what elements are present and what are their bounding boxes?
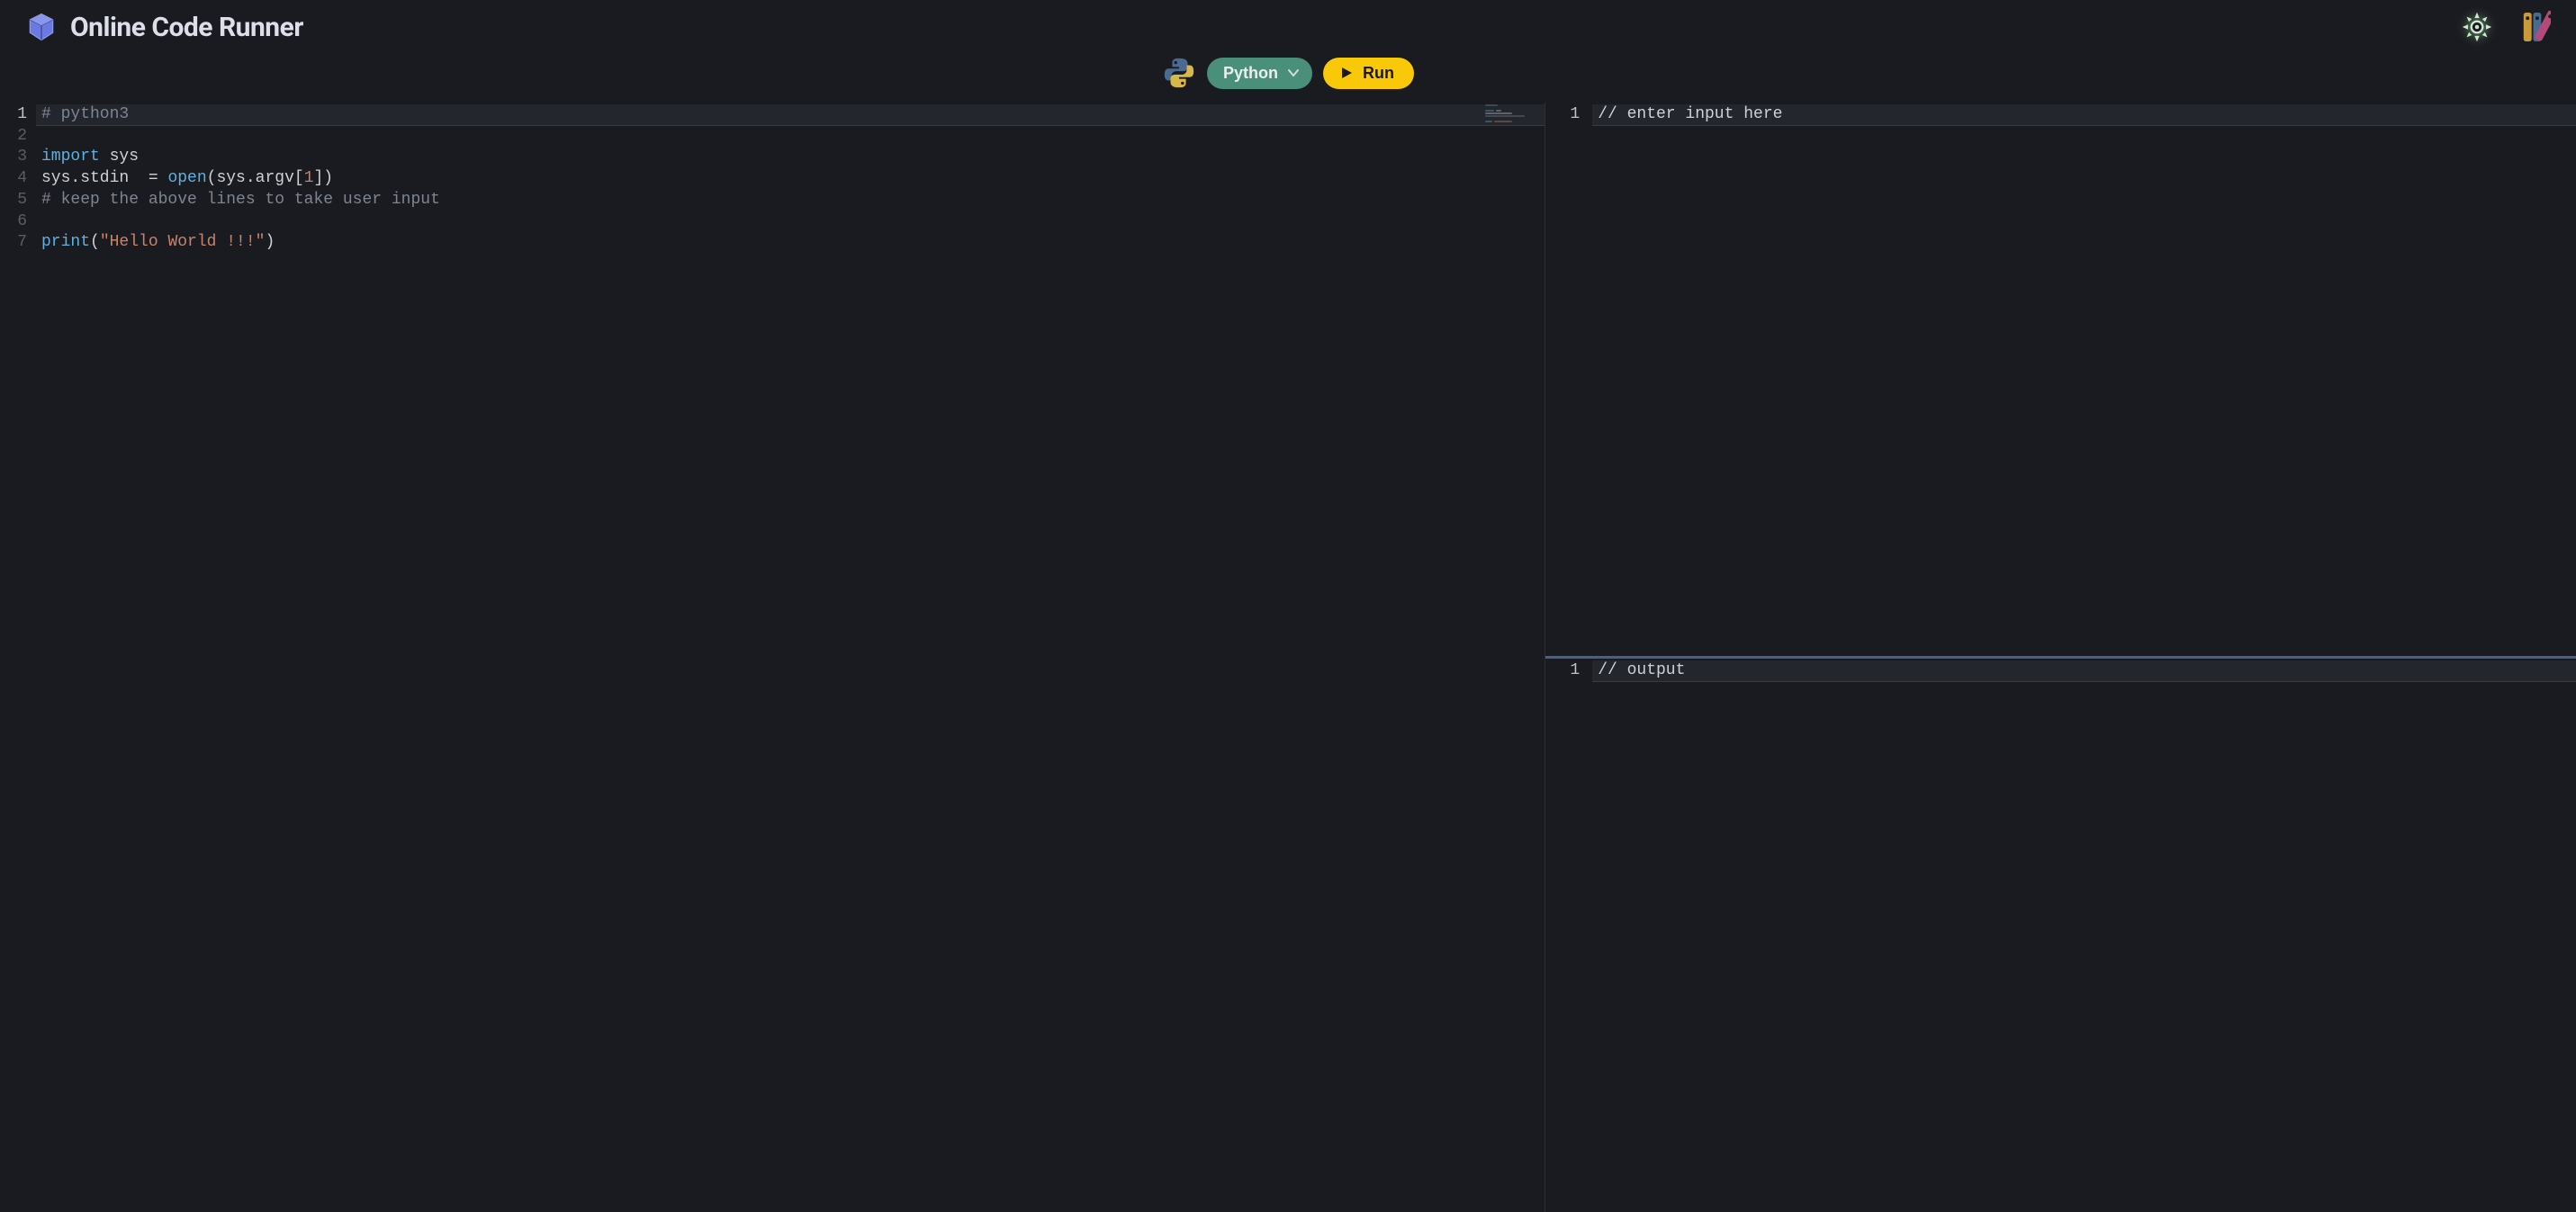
panes: 1# python323import sys4sys.stdin = open(… bbox=[0, 103, 2576, 1212]
header-left: Online Code Runner bbox=[25, 11, 303, 43]
chevron-down-icon bbox=[1287, 67, 1300, 79]
editor-line: 1// output bbox=[1545, 660, 2576, 682]
editor-line[interactable]: 1# python3 bbox=[0, 104, 1545, 126]
play-icon bbox=[1339, 66, 1354, 80]
editor-line[interactable]: 4sys.stdin = open(sys.argv[1]) bbox=[0, 168, 1545, 190]
output-editor: 1// output bbox=[1545, 659, 2576, 682]
minimap[interactable] bbox=[1485, 104, 1539, 122]
io-panes: 1// enter input here 1// output bbox=[1545, 103, 2576, 1212]
line-content[interactable]: import sys bbox=[36, 147, 1545, 168]
logo-cube-icon bbox=[25, 11, 58, 43]
editor-line[interactable]: 7print("Hello World !!!") bbox=[0, 232, 1545, 254]
code-editor[interactable]: 1# python323import sys4sys.stdin = open(… bbox=[0, 103, 1545, 254]
line-number: 1 bbox=[0, 104, 36, 126]
input-editor[interactable]: 1// enter input here bbox=[1545, 103, 2576, 126]
line-content[interactable] bbox=[36, 126, 1545, 147]
language-label: Python bbox=[1223, 64, 1278, 83]
input-pane[interactable]: 1// enter input here bbox=[1545, 103, 2576, 656]
editor-line[interactable]: 1// enter input here bbox=[1545, 104, 2576, 126]
run-button[interactable]: Run bbox=[1323, 58, 1414, 89]
editor-line[interactable]: 2 bbox=[0, 126, 1545, 147]
palette-icon[interactable] bbox=[2522, 11, 2551, 43]
line-content[interactable]: # keep the above lines to take user inpu… bbox=[36, 190, 1545, 211]
line-number: 5 bbox=[0, 190, 36, 211]
line-number: 1 bbox=[1545, 104, 1592, 126]
line-number: 1 bbox=[1545, 660, 1592, 682]
line-number: 3 bbox=[0, 147, 36, 168]
header-right bbox=[2461, 11, 2551, 43]
sun-icon[interactable] bbox=[2461, 11, 2493, 43]
page-title: Online Code Runner bbox=[70, 12, 303, 43]
line-content[interactable]: // enter input here bbox=[1592, 104, 2576, 126]
python-icon bbox=[1162, 56, 1196, 90]
code-editor-pane[interactable]: 1# python323import sys4sys.stdin = open(… bbox=[0, 103, 1545, 1212]
editor-line[interactable]: 5# keep the above lines to take user inp… bbox=[0, 190, 1545, 211]
editor-line[interactable]: 6 bbox=[0, 211, 1545, 232]
editor-line[interactable]: 3import sys bbox=[0, 147, 1545, 168]
line-number: 7 bbox=[0, 232, 36, 254]
run-label: Run bbox=[1363, 64, 1394, 83]
header: Online Code Runner bbox=[0, 0, 2576, 50]
line-content[interactable] bbox=[36, 211, 1545, 232]
line-number: 4 bbox=[0, 168, 36, 190]
output-pane: 1// output bbox=[1545, 656, 2576, 1212]
line-content[interactable]: print("Hello World !!!") bbox=[36, 232, 1545, 254]
line-content[interactable]: sys.stdin = open(sys.argv[1]) bbox=[36, 168, 1545, 190]
line-content: // output bbox=[1592, 660, 2576, 682]
language-select[interactable]: Python bbox=[1207, 58, 1312, 89]
line-number: 6 bbox=[0, 211, 36, 232]
line-content[interactable]: # python3 bbox=[36, 104, 1545, 126]
line-number: 2 bbox=[0, 126, 36, 147]
toolbar: Python Run bbox=[0, 50, 2576, 103]
